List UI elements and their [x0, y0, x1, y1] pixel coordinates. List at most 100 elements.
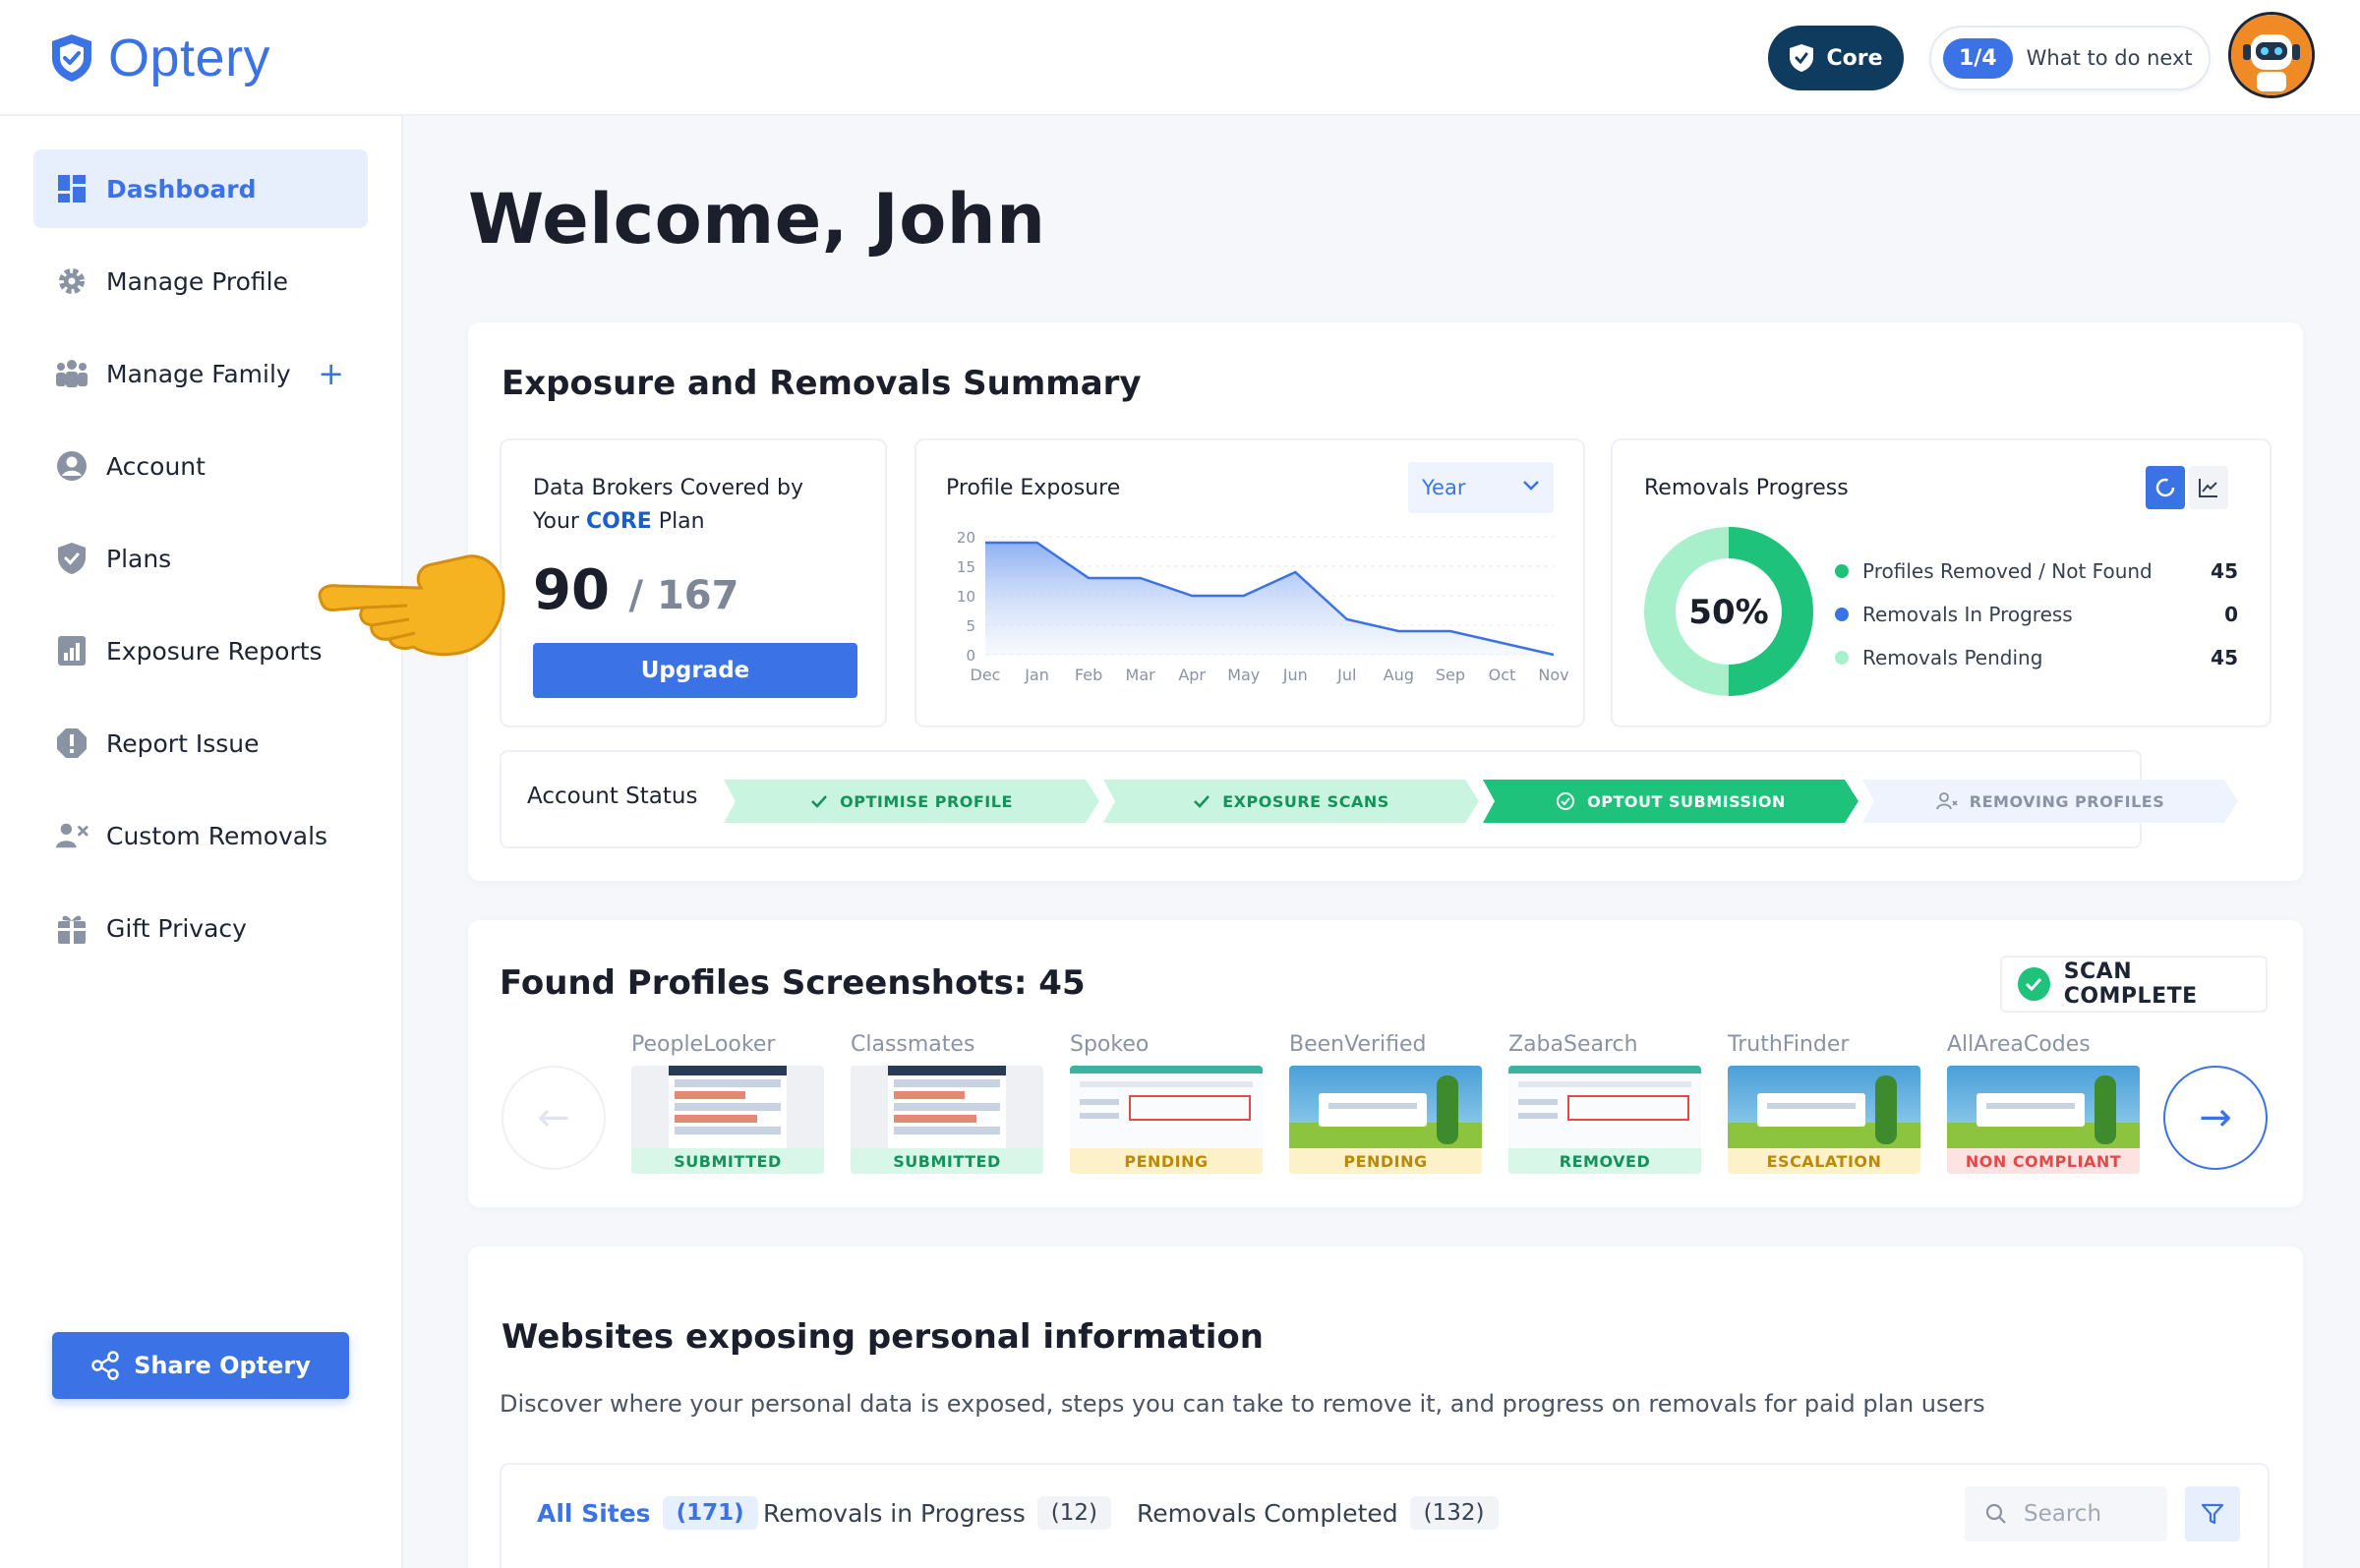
sidebar-item-label: Custom Removals: [106, 821, 328, 850]
donut-view-toggle[interactable]: [2146, 466, 2185, 509]
line-chart-icon: [2199, 479, 2217, 497]
carousel-next-button[interactable]: →: [2163, 1066, 2268, 1170]
profile-thumbnail[interactable]: PeopleLooker SUBMITTED: [631, 1032, 824, 1174]
status-step-label: OPTOUT SUBMISSION: [1587, 791, 1786, 811]
sidebar: Dashboard Manage Profile Manage Family +…: [0, 116, 403, 1568]
donut-percent-label: 50%: [1688, 593, 1768, 632]
sidebar-item-gift-privacy[interactable]: Gift Privacy: [33, 889, 368, 967]
upgrade-button[interactable]: Upgrade: [533, 643, 857, 698]
tab-label: All Sites: [537, 1498, 651, 1528]
removal-status-badge: PENDING: [1289, 1148, 1482, 1174]
line-view-toggle[interactable]: [2189, 466, 2228, 509]
shield-check-icon: [1790, 44, 1814, 72]
sidebar-item-label: Report Issue: [106, 728, 260, 758]
profile-screenshot-image: ESCALATION: [1728, 1066, 1920, 1174]
next-step-counter: 1/4: [1943, 37, 2013, 79]
profile-thumbnail[interactable]: Spokeo PENDING: [1070, 1032, 1263, 1174]
broker-name: Spokeo: [1070, 1032, 1150, 1057]
shield-check-icon: [55, 542, 88, 575]
profile-thumbnail[interactable]: Classmates SUBMITTED: [851, 1032, 1043, 1174]
robot-avatar-icon: [2231, 15, 2312, 95]
profile-screenshot-image: NON COMPLIANT: [1947, 1066, 2140, 1174]
sidebar-item-manage-profile[interactable]: Manage Profile: [33, 242, 368, 320]
x-tick-label: Mar: [1126, 666, 1156, 684]
profile-thumbnail[interactable]: TruthFinder ESCALATION: [1728, 1032, 1920, 1174]
broker-name: AllAreaCodes: [1947, 1032, 2091, 1057]
sidebar-item-custom-removals[interactable]: Custom Removals: [33, 796, 368, 875]
what-to-do-next-button[interactable]: 1/4 What to do next: [1929, 26, 2211, 90]
x-tick-label: Jan: [1024, 666, 1049, 684]
y-tick-label: 20: [957, 529, 975, 547]
tab-removals-completed[interactable]: Removals Completed (132): [1137, 1496, 1499, 1530]
profile-screenshot-image: REMOVED: [1508, 1066, 1701, 1174]
sidebar-item-report-issue[interactable]: Report Issue: [33, 704, 368, 783]
status-step-removing-profiles[interactable]: REMOVING PROFILES: [1862, 780, 2238, 823]
share-optery-button[interactable]: Share Optery: [52, 1332, 349, 1399]
user-avatar[interactable]: [2228, 12, 2315, 98]
brokers-count: 90 / 167: [533, 558, 738, 622]
x-tick-label: Jun: [1282, 666, 1308, 684]
legend-dot-pending: [1835, 651, 1849, 665]
tab-label: Removals in Progress: [763, 1498, 1026, 1528]
sidebar-item-label: Manage Family: [106, 359, 291, 388]
removal-status-badge: ESCALATION: [1728, 1148, 1920, 1174]
removal-status-badge: PENDING: [1070, 1148, 1263, 1174]
status-step-optout-submission[interactable]: OPTOUT SUBMISSION: [1483, 780, 1858, 823]
profile-thumbnail[interactable]: AllAreaCodes NON COMPLIANT: [1947, 1032, 2140, 1174]
carousel-prev-button[interactable]: ←: [502, 1066, 606, 1170]
websites-description: Discover where your personal data is exp…: [500, 1390, 1985, 1418]
profile-thumbnail[interactable]: ZabaSearch REMOVED: [1508, 1032, 1701, 1174]
search-icon: [1985, 1503, 2006, 1524]
site-search-input[interactable]: Search: [1965, 1486, 2167, 1541]
scan-complete-badge: SCAN COMPLETE: [2000, 956, 2268, 1013]
plan-badge-button[interactable]: Core: [1768, 26, 1904, 90]
tab-all-sites[interactable]: All Sites (171): [537, 1496, 758, 1530]
sidebar-item-label: Account: [106, 451, 206, 481]
legend-row-removed: Profiles Removed / Not Found 45: [1835, 554, 2238, 588]
sidebar-item-dashboard[interactable]: Dashboard: [33, 149, 368, 228]
broker-name: Classmates: [851, 1032, 975, 1057]
filter-button[interactable]: [2185, 1486, 2240, 1541]
x-tick-label: Apr: [1178, 666, 1206, 684]
legend-label-in-progress: Removals In Progress: [1862, 603, 2073, 626]
check-icon: [1193, 794, 1210, 808]
removals-donut-chart: 50%: [1644, 527, 1813, 696]
family-icon: [55, 357, 88, 390]
x-tick-label: Aug: [1384, 666, 1414, 684]
next-step-label: What to do next: [2026, 46, 2193, 70]
user-remove-icon: [1936, 791, 1958, 811]
legend-dot-removed: [1835, 564, 1849, 578]
exposure-range-select[interactable]: Year: [1408, 462, 1554, 513]
brand-logo[interactable]: Optery: [49, 28, 270, 88]
search-placeholder: Search: [2024, 1501, 2102, 1527]
check-circle-icon: [2018, 967, 2050, 1001]
sidebar-item-label: Exposure Reports: [106, 636, 323, 666]
profile-screenshot-image: SUBMITTED: [631, 1066, 824, 1174]
account-status-bar: Account Status OPTIMISE PROFILE EXPOSURE…: [500, 750, 2142, 848]
y-tick-label: 0: [966, 647, 975, 665]
legend-value-in-progress: 0: [2224, 603, 2238, 626]
profile-screenshot-image: PENDING: [1289, 1066, 1482, 1174]
account-status-label: Account Status: [527, 784, 698, 809]
legend-label-pending: Removals Pending: [1862, 646, 2043, 669]
x-tick-label: Sep: [1436, 666, 1465, 684]
sidebar-item-account[interactable]: Account: [33, 427, 368, 505]
brokers-label-suffix: Plan: [658, 509, 705, 534]
status-step-label: EXPOSURE SCANS: [1222, 791, 1389, 811]
status-step-optimise-profile[interactable]: OPTIMISE PROFILE: [724, 780, 1099, 823]
sidebar-item-manage-family[interactable]: Manage Family +: [33, 334, 368, 413]
legend-dot-in-progress: [1835, 608, 1849, 621]
profile-thumbnail[interactable]: BeenVerified PENDING: [1289, 1032, 1482, 1174]
legend-label-removed: Profiles Removed / Not Found: [1862, 559, 2153, 583]
tab-removals-in-progress[interactable]: Removals in Progress (12): [763, 1496, 1111, 1530]
x-tick-label: Jul: [1336, 666, 1356, 684]
status-step-exposure-scans[interactable]: EXPOSURE SCANS: [1103, 780, 1479, 823]
page-title: Welcome, John: [468, 179, 1046, 260]
gear-icon: [55, 264, 88, 298]
add-family-plus-icon[interactable]: +: [318, 355, 344, 392]
tab-count: (132): [1409, 1496, 1499, 1530]
brokers-covered-label: Data Brokers Covered by Your CORE Plan: [533, 472, 867, 539]
profile-exposure-chart: 20 15 10 5 0Dec Jan Feb Mar Apr May Jun Jul Aug Sep Oc…: [957, 529, 1569, 684]
removals-progress-box: Removals Progress 50% Profiles Removed /…: [1611, 438, 2272, 727]
tab-label: Removals Completed: [1137, 1498, 1398, 1528]
